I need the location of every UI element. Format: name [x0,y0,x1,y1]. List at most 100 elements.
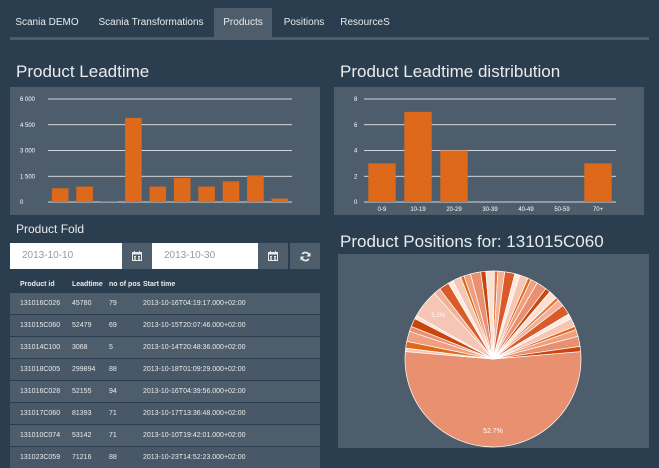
table-cell: 69 [109,322,117,329]
bar [222,181,240,202]
table-cell: 88 [109,366,117,373]
distribution-bar-chart: 0 2 4 6 8 0-9 10-19 20-29 30-39 40-49 50-59 70+ [354,97,616,213]
x-tick-label: 70+ [593,207,604,213]
table-cell: 131017C060 [20,410,61,417]
table-cell: 131010C074 [20,432,61,439]
table-cell: 88 [109,454,117,461]
leadtime-bar-chart: 0 1 500 3 000 4 500 6 000 [20,97,292,206]
table-cell: 71216 [72,454,92,461]
product-leadtime-title: Product Leadtime [16,62,150,81]
start-calendar-button[interactable] [122,243,152,269]
y-tick-label: 3 000 [20,149,36,155]
table-cell: 79 [109,300,117,307]
table-cell: 2013-10-16T04:19:17.000+02:00 [143,300,246,307]
bar [51,188,69,202]
table-row[interactable]: 131016C026 45780 79 2013-10-16T04:19:17.… [10,292,320,314]
x-tick-label: 30-39 [482,207,498,213]
tab-products[interactable]: Products [214,8,272,37]
bar [100,201,118,202]
tab-resources[interactable]: ResourceS [334,8,396,37]
table-cell: 52155 [72,388,92,395]
positions-pie-panel: 5.2% 52.7% [338,254,649,448]
product-table: Product id Leadtime no of pos Start time… [10,276,320,468]
pie-label: 52.7% [483,428,503,435]
y-tick-label: 4 500 [20,123,36,129]
table-row[interactable]: 131017C060 81393 71 2013-10-17T13:36:48.… [10,402,320,424]
table-cell: 53142 [72,432,92,439]
table-cell: 5 [109,344,113,351]
calendar-icon [268,251,278,261]
bar [173,177,191,202]
x-tick-label: 40-49 [518,207,534,213]
table-cell: 2013-10-16T04:39:56.000+02:00 [143,388,246,395]
table-cell: 71 [109,410,117,417]
table-cell: 94 [109,388,117,395]
x-tick-label: 0-9 [378,207,387,213]
y-tick-label: 4 [354,149,358,155]
table-row[interactable]: 131015C060 52479 69 2013-10-15T20:07:46.… [10,314,320,336]
tab-scania-transformations[interactable]: Scania Transformations [96,8,206,37]
y-tick-label: 6 [354,123,358,129]
y-tick-label: 0 [20,200,24,206]
tab-scania-demo[interactable]: Scania DEMO [12,8,82,37]
bar [440,150,468,202]
table-cell: 3068 [72,344,88,351]
x-tick-label: 10-19 [410,207,426,213]
table-cell: 2013-10-23T14:52:23.000+02:00 [143,454,246,461]
y-tick-label: 6 000 [20,97,36,103]
calendar-icon [132,251,142,261]
table-row[interactable]: 131018C005 299894 88 2013-10-18T01:09:29… [10,358,320,380]
nav-divider [10,37,649,40]
table-cell: 131016C026 [20,300,61,307]
bar [368,163,396,202]
table-cell: 131018C005 [20,366,61,373]
table-cell: 2013-10-17T13:36:48.000+02:00 [143,410,246,417]
table-cell: 2013-10-15T20:07:46.000+02:00 [143,322,246,329]
table-row[interactable]: 131023C059 71216 88 2013-10-23T14:52:23.… [10,446,320,468]
y-tick-label: 0 [354,200,358,206]
start-date-input[interactable]: 2013-10-10 [10,243,122,269]
table-cell: 71 [109,432,117,439]
bar [198,186,215,202]
y-tick-label: 2 [354,174,358,180]
bar [404,111,432,202]
column-header[interactable]: Product id [10,281,72,288]
table-cell: 2013-10-18T01:09:29.000+02:00 [143,366,246,373]
table-cell: 131023C059 [20,454,61,461]
positions-pie-chart: 5.2% 52.7% [404,270,582,448]
table-cell: 299894 [72,366,96,373]
tab-positions[interactable]: Positions [276,8,332,37]
refresh-button[interactable] [290,243,320,269]
column-header[interactable]: no of pos [109,281,143,288]
distribution-chart-panel: 0 2 4 6 8 0-9 10-19 20-29 30-39 40-49 50-59 70+ [334,87,644,215]
end-calendar-button[interactable] [258,243,288,269]
table-row[interactable]: 131014C100 3068 5 2013-10-14T20:48:36.00… [10,336,320,358]
column-header[interactable]: Start time [143,281,320,288]
refresh-icon [299,251,311,261]
table-cell: 2013-10-14T20:48:36.000+02:00 [143,344,246,351]
x-tick-label: 50-59 [554,207,570,213]
leadtime-chart-panel: 0 1 500 3 000 4 500 6 000 [10,87,320,215]
bar [584,163,612,202]
table-cell: 81393 [72,410,92,417]
table-row[interactable]: 131010C074 53142 71 2013-10-10T19:42:01.… [10,424,320,446]
leadtime-distribution-title: Product Leadtime distribution [340,62,561,81]
table-header: Product id Leadtime no of pos Start time [10,276,320,292]
end-date-input[interactable]: 2013-10-30 [152,243,258,269]
product-positions-title: Product Positions for: 131015C060 [340,232,604,251]
product-fold-title: Product Fold [16,222,85,236]
table-row[interactable]: 131016C028 52155 94 2013-10-16T04:39:56.… [10,380,320,402]
bar [247,175,264,202]
table-body: 131016C026 45780 79 2013-10-16T04:19:17.… [10,292,320,468]
y-tick-label: 1 500 [20,174,36,180]
pie-label: 5.2% [431,313,445,319]
table-cell: 131015C060 [20,322,61,329]
bar [125,117,142,202]
table-cell: 2013-10-10T19:42:01.000+02:00 [143,432,246,439]
bar [271,198,289,202]
bar [149,186,167,202]
top-navigation: Scania DEMO Scania Transformations Produ… [0,0,659,40]
column-header[interactable]: Leadtime [72,281,109,288]
table-cell: 131016C028 [20,388,61,395]
y-tick-label: 8 [354,97,358,103]
